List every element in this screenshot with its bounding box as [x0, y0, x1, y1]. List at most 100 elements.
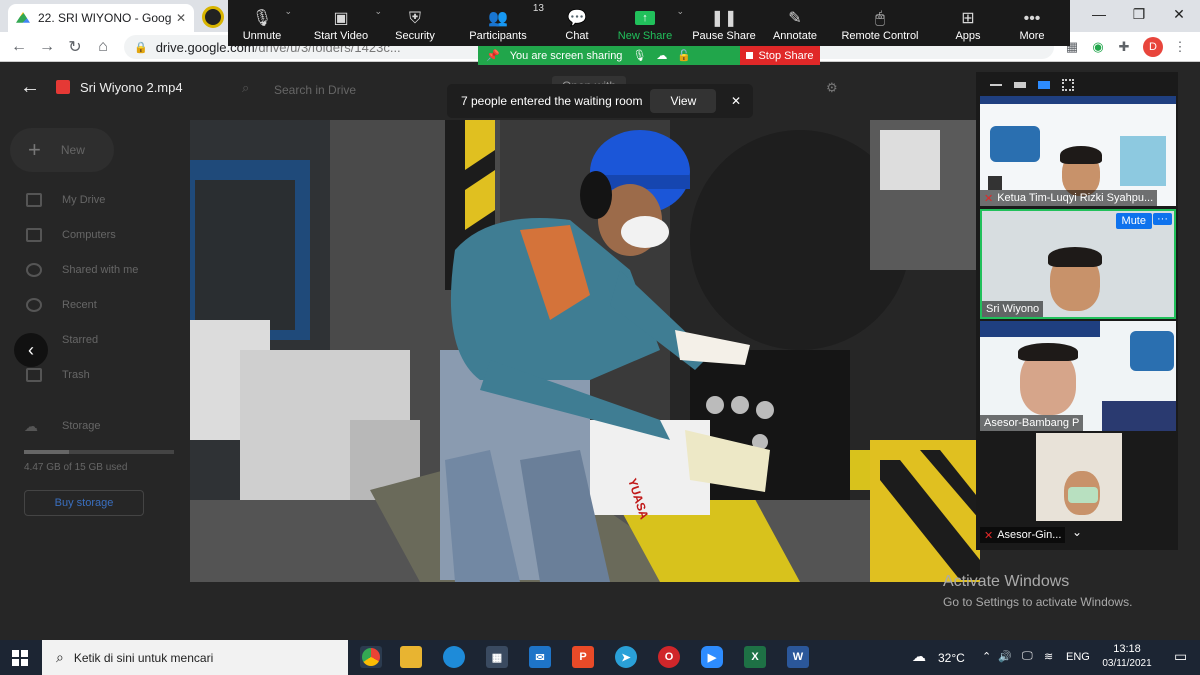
chevron-down-icon[interactable]: ⌄ [284, 6, 292, 17]
mic-muted-icon: ✕ [984, 529, 994, 542]
search-icon[interactable]: ⌕ [242, 80, 249, 96]
word-icon[interactable]: W [787, 646, 809, 668]
puzzle-icon[interactable]: ✚ [1114, 37, 1134, 57]
chat-button[interactable]: 💬 Chat [552, 0, 602, 46]
storage-bar [24, 450, 174, 454]
chevron-up-icon[interactable]: ⌃ [982, 650, 991, 663]
language-indicator[interactable]: ENG [1066, 651, 1090, 663]
close-tab-icon[interactable]: ✕ [176, 11, 186, 25]
windows-start-icon[interactable] [12, 650, 28, 666]
buy-storage-button[interactable]: Buy storage [24, 490, 144, 516]
participant-tile-2[interactable]: Mute ··· Sri Wiyono [980, 209, 1176, 319]
weather-icon: ☁ [912, 648, 926, 664]
settings-icon[interactable]: ⚙ [826, 80, 838, 96]
excel-icon[interactable]: X [744, 646, 766, 668]
participant-tile-4[interactable]: ✕ Asesor-Gin... ⌄ [980, 433, 1176, 543]
speaker-icon[interactable]: 🔊 [998, 650, 1012, 663]
participant-name-4: ✕ Asesor-Gin... [980, 527, 1066, 543]
clock-time[interactable]: 13:18 [1108, 643, 1146, 655]
chrome-icon[interactable] [360, 646, 382, 668]
sidebar-item-computers[interactable]: Computers [62, 229, 116, 241]
assessment-banner [1102, 401, 1176, 431]
speaker-view-icon[interactable] [1014, 82, 1026, 88]
sidebar-item-shared[interactable]: Shared with me [62, 264, 138, 276]
video-player[interactable]: YUASA [190, 120, 980, 582]
cloud-icon: ☁ [656, 50, 668, 62]
browser-tab-other[interactable] [202, 6, 224, 28]
new-button[interactable]: + New [10, 128, 114, 172]
weather-temp[interactable]: 32°C [938, 651, 965, 665]
telegram-icon[interactable]: ➤ [615, 646, 637, 668]
forward-arrow-icon[interactable]: → [36, 36, 58, 58]
sidebar-item-my-drive[interactable]: My Drive [62, 194, 105, 206]
reload-icon[interactable]: ↻ [64, 36, 86, 58]
annotate-label: Annotate [772, 30, 818, 42]
participant-tile-3[interactable]: Asesor-Bambang P [980, 321, 1176, 431]
wifi-icon[interactable]: ≋ [1044, 650, 1053, 663]
back-icon[interactable]: ← [20, 76, 40, 99]
new-share-button[interactable]: ↑ ⌄ New Share [602, 0, 688, 46]
store-icon[interactable]: ▦ [486, 646, 508, 668]
close-icon[interactable]: ✕ [731, 94, 741, 108]
zoom-share-toolbar: 🎙 ⌄ Unmute ▣ ⌄ Start Video ⛨ Security 👥 … [228, 0, 1070, 46]
network-icon[interactable]: 🖵 [1022, 650, 1033, 663]
screen-sharing-text: You are screen sharing [509, 49, 623, 62]
mouse-icon: 🖱 [875, 10, 885, 27]
whatsapp-icon[interactable]: ◉ [1088, 37, 1108, 57]
previous-file-icon[interactable]: ‹ [14, 333, 48, 367]
minimize-panel-icon[interactable] [990, 84, 1002, 86]
waiting-room-view-button[interactable]: View [650, 89, 717, 113]
shared-icon [26, 263, 42, 277]
profile-avatar[interactable]: D [1143, 37, 1163, 57]
scroll-down-icon[interactable]: ⌄ [1072, 525, 1082, 539]
more-options-button[interactable]: ··· [1153, 213, 1172, 225]
cloud-icon: ☁ [24, 418, 38, 434]
mic-icon: 🎙 [632, 50, 647, 62]
slide-badge [1130, 331, 1174, 371]
chevron-down-icon[interactable]: ⌄ [676, 6, 684, 17]
taskbar-search-placeholder: Ketik di sini untuk mencari [73, 650, 214, 665]
participant-tile-1[interactable]: ✕ Ketua Tim-Luqyi Rizki Syahpu... [980, 96, 1176, 206]
sidebar-item-recent[interactable]: Recent [62, 299, 97, 311]
clock-date[interactable]: 03/11/2021 [1096, 658, 1158, 669]
screen-sharing-banner: 📌 You are screen sharing 🎙 ☁ 🔓 [478, 46, 740, 65]
zoom-icon[interactable]: ▶ [701, 646, 723, 668]
sidebar-item-starred[interactable]: Starred [62, 334, 98, 346]
computer-icon [26, 228, 42, 242]
unmute-button[interactable]: 🎙 ⌄ Unmute [228, 0, 296, 46]
pause-share-button[interactable]: ❚❚ Pause Share [688, 0, 760, 46]
drive-search-input[interactable]: Search in Drive [274, 83, 356, 97]
more-icon: ••• [1023, 10, 1041, 27]
start-video-button[interactable]: ▣ ⌄ Start Video [296, 0, 386, 46]
stop-share-button[interactable]: Stop Share [740, 46, 820, 65]
chat-label: Chat [565, 30, 589, 42]
remote-control-button[interactable]: 🖱 Remote Control [830, 0, 930, 46]
file-explorer-icon[interactable] [400, 646, 422, 668]
storage-label: Storage [62, 420, 101, 432]
taskbar-search-input[interactable]: ⌕ Ketik di sini untuk mencari [42, 640, 348, 675]
security-button[interactable]: ⛨ Security [386, 0, 444, 46]
gallery-view-icon[interactable] [1062, 79, 1074, 91]
annotate-button[interactable]: ✎ Annotate [760, 0, 830, 46]
notifications-icon[interactable]: ▭ [1174, 648, 1187, 665]
apps-button[interactable]: ⊞ Apps [930, 0, 1006, 46]
home-icon[interactable]: ⌂ [92, 36, 114, 58]
opera-icon[interactable]: O [658, 646, 680, 668]
pdf-icon[interactable]: P [572, 646, 594, 668]
back-arrow-icon[interactable]: ← [8, 36, 30, 58]
strip-view-icon[interactable] [1038, 81, 1050, 89]
more-button[interactable]: ••• More [1006, 0, 1058, 46]
edge-icon[interactable] [443, 646, 465, 668]
qr-code [988, 176, 1002, 190]
participant-name-2: Sri Wiyono [982, 301, 1044, 317]
mute-button[interactable]: Mute [1115, 213, 1152, 229]
sidebar-item-trash[interactable]: Trash [62, 369, 90, 381]
browser-tab-active[interactable]: 22. SRI WIYONO - Google Dr ✕ [8, 4, 194, 32]
mail-icon[interactable]: ✉ [529, 646, 551, 668]
close-window-icon[interactable]: ✕ [1156, 0, 1200, 28]
participants-button[interactable]: 👥 13 Participants [444, 0, 552, 46]
kebab-menu-icon[interactable]: ⋮ [1170, 37, 1190, 57]
google-drive-icon [16, 12, 30, 23]
participants-icon: 👥 [488, 10, 508, 27]
chevron-down-icon[interactable]: ⌄ [374, 6, 382, 17]
